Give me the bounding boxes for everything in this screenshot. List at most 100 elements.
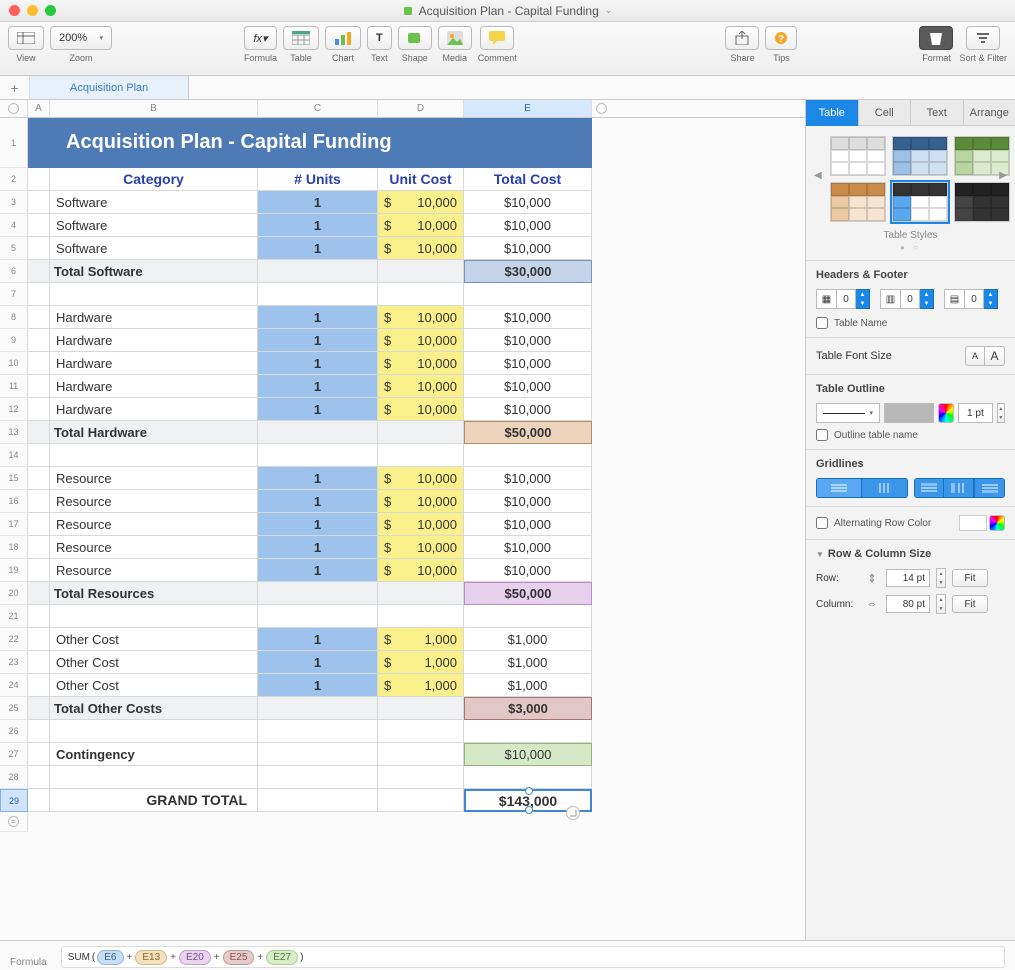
format-button[interactable] (919, 26, 953, 50)
outline-color-well[interactable] (884, 403, 934, 423)
add-sheet-button[interactable]: + (0, 76, 30, 99)
row-header[interactable]: 16 (0, 490, 28, 513)
cell[interactable]: $10,000 (464, 191, 592, 214)
cell[interactable]: $10,000 (378, 490, 464, 513)
cell[interactable] (28, 260, 50, 283)
cell[interactable]: $10,000 (464, 375, 592, 398)
table-handle-topright[interactable] (596, 103, 607, 114)
cell[interactable]: 1 (258, 651, 378, 674)
cell[interactable] (28, 674, 50, 697)
cell[interactable] (28, 191, 50, 214)
outline-style-button[interactable]: ▾ (816, 403, 880, 423)
cell[interactable]: $10,000 (464, 306, 592, 329)
cell[interactable]: $10,000 (378, 329, 464, 352)
cell[interactable]: $10,000 (464, 398, 592, 421)
cell[interactable] (258, 720, 378, 743)
cell[interactable]: Hardware (50, 375, 258, 398)
cell[interactable] (28, 789, 50, 812)
cell[interactable] (258, 421, 378, 444)
cell[interactable] (258, 766, 378, 789)
row-header[interactable]: 9 (0, 329, 28, 352)
row-header[interactable]: 27 (0, 743, 28, 766)
cell[interactable]: 1 (258, 214, 378, 237)
cell[interactable] (258, 605, 378, 628)
cell[interactable] (28, 766, 50, 789)
cell[interactable]: Total Resources (50, 582, 258, 605)
cell[interactable]: $10,000 (464, 536, 592, 559)
table-style-swatch[interactable] (892, 182, 948, 222)
cell[interactable] (50, 766, 258, 789)
cell[interactable]: Resource (50, 559, 258, 582)
col-width-field[interactable]: 80 pt (886, 595, 930, 613)
font-increase-button[interactable]: A (985, 346, 1005, 366)
cell[interactable] (378, 444, 464, 467)
row-header[interactable]: 28 (0, 766, 28, 789)
table-styles-pager[interactable]: ● ○ (806, 243, 1015, 260)
cell[interactable] (28, 306, 50, 329)
col-header-D[interactable]: D (378, 100, 464, 117)
cell[interactable]: Resource (50, 490, 258, 513)
cell[interactable]: $10,000 (464, 329, 592, 352)
row-height-stepper[interactable]: ▲▼ (936, 568, 946, 588)
cell[interactable] (28, 467, 50, 490)
sheet-tab[interactable]: Acquisition Plan (30, 76, 189, 99)
cell[interactable] (28, 513, 50, 536)
cell[interactable]: $10,000 (378, 536, 464, 559)
inspector-tab-arrange[interactable]: Arrange (964, 100, 1015, 126)
cell[interactable]: $10,000 (378, 513, 464, 536)
row-header[interactable]: 6 (0, 260, 28, 283)
row-header[interactable]: 1 (0, 118, 28, 168)
col-fit-button[interactable]: Fit (952, 595, 988, 613)
zoom-window-button[interactable] (45, 5, 56, 16)
cell[interactable]: Total Hardware (50, 421, 258, 444)
cell[interactable]: 1 (258, 536, 378, 559)
gridlines-header-vert-button[interactable] (943, 478, 974, 498)
zoom-select[interactable]: 200%▾ (50, 26, 112, 50)
row-header[interactable]: 7 (0, 283, 28, 306)
cell[interactable] (464, 444, 592, 467)
cell[interactable] (464, 766, 592, 789)
row-header[interactable]: 22 (0, 628, 28, 651)
row-header[interactable]: 8 (0, 306, 28, 329)
cell[interactable] (28, 375, 50, 398)
cell[interactable] (378, 605, 464, 628)
share-button[interactable] (725, 26, 759, 50)
row-header[interactable]: 12 (0, 398, 28, 421)
cell[interactable]: # Units (258, 168, 378, 191)
row-height-field[interactable]: 14 pt (886, 569, 930, 587)
outline-width-field[interactable]: 1 pt (958, 403, 993, 423)
table-handle-bottomleft[interactable]: = (0, 812, 28, 832)
cell[interactable] (28, 398, 50, 421)
alternating-row-checkbox[interactable]: Alternating Row Color (816, 517, 931, 529)
cell[interactable]: Total Other Costs (50, 697, 258, 720)
cell[interactable]: $10,000 (378, 398, 464, 421)
gridlines-footer-button[interactable] (974, 478, 1005, 498)
cell[interactable] (50, 444, 258, 467)
formula-chip[interactable]: E25 (223, 950, 255, 965)
cell[interactable] (378, 421, 464, 444)
cell[interactable] (378, 582, 464, 605)
cell[interactable] (258, 444, 378, 467)
alternating-color-well[interactable] (959, 515, 987, 531)
cell[interactable]: $10,000 (378, 352, 464, 375)
cell[interactable]: Other Cost (50, 651, 258, 674)
cell[interactable]: 1 (258, 191, 378, 214)
close-window-button[interactable] (9, 5, 20, 16)
cell[interactable]: Hardware (50, 329, 258, 352)
minimize-window-button[interactable] (27, 5, 38, 16)
cell[interactable]: $10,000 (464, 743, 592, 766)
formula-chip[interactable]: E6 (97, 950, 123, 965)
cell[interactable]: Hardware (50, 398, 258, 421)
cell[interactable]: 1 (258, 375, 378, 398)
cell[interactable] (378, 743, 464, 766)
cell[interactable] (28, 352, 50, 375)
row-header[interactable]: 4 (0, 214, 28, 237)
inspector-tab-text[interactable]: Text (911, 100, 964, 126)
shape-button[interactable] (398, 26, 432, 50)
header-cols-stepper[interactable]: ▥0▲▼ (880, 289, 934, 309)
spreadsheet-grid[interactable]: Acquisition Plan - Capital FundingCatego… (28, 118, 592, 832)
sortfilter-button[interactable] (966, 26, 1000, 50)
cell[interactable] (464, 720, 592, 743)
cell[interactable]: Software (50, 237, 258, 260)
cell[interactable]: Category (50, 168, 258, 191)
